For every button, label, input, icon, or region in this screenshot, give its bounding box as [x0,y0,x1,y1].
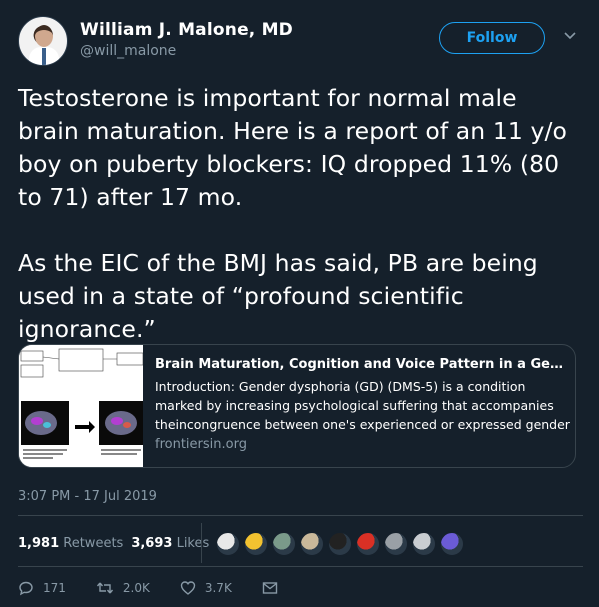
card-thumbnail [19,345,143,467]
liker-avatar[interactable] [271,531,297,557]
liker-avatar[interactable] [355,531,381,557]
author-handle[interactable]: @will_malone [80,43,176,59]
like-count: 3.7K [204,581,232,595]
reply-icon [19,581,33,596]
liker-avatar[interactable] [383,531,409,557]
tweet-text: Testosterone is important for normal mal… [18,84,568,343]
liker-avatar[interactable] [327,531,353,557]
link-card[interactable]: Brain Maturation, Cognition and Voice Pa… [18,344,576,468]
chevron-down-icon[interactable] [561,28,579,46]
likes-label: Likes [176,536,210,551]
retweet-icon [96,582,113,594]
liker-avatar[interactable] [243,531,269,557]
liker-avatars [215,531,467,557]
retweet-button[interactable]: 2.0K [96,580,150,596]
reply-button[interactable]: 171 [18,580,66,596]
liker-avatar[interactable] [411,531,437,557]
likes-stat[interactable]: 3,693 Likes [131,536,209,551]
divider [18,515,583,516]
retweets-label: Retweets [63,536,124,551]
reply-count: 171 [43,581,66,595]
author-name[interactable]: William J. Malone, MD [80,20,293,40]
heart-icon [180,581,196,595]
retweet-count: 2.0K [122,581,150,595]
mail-icon [262,582,278,594]
liker-avatar[interactable] [215,531,241,557]
tweet-actions: 171 2.0K 3.7K [18,580,317,596]
author-avatar[interactable] [18,16,68,66]
card-title[interactable]: Brain Maturation, Cognition and Voice Pa… [155,356,565,374]
stats-separator [201,523,202,563]
retweets-stat[interactable]: 1,981 Retweets [18,536,123,551]
follow-button[interactable]: Follow [439,22,545,54]
tweet-header: William J. Malone, MD @will_malone Follo… [18,16,583,66]
liker-avatar[interactable] [439,531,465,557]
retweets-count: 1,981 [18,536,60,551]
likes-count: 3,693 [131,536,173,551]
card-domain: frontiersin.org [155,437,247,452]
divider [18,566,583,567]
liker-avatar[interactable] [299,531,325,557]
card-description: Introduction: Gender dysphoria (GD) (DMS… [155,379,570,432]
message-button[interactable] [262,581,287,595]
engagement-stats: 1,981 Retweets 3,693 Likes [18,536,209,551]
tweet-timestamp[interactable]: 3:07 PM - 17 Jul 2019 [18,489,157,504]
like-button[interactable]: 3.7K [180,580,232,596]
